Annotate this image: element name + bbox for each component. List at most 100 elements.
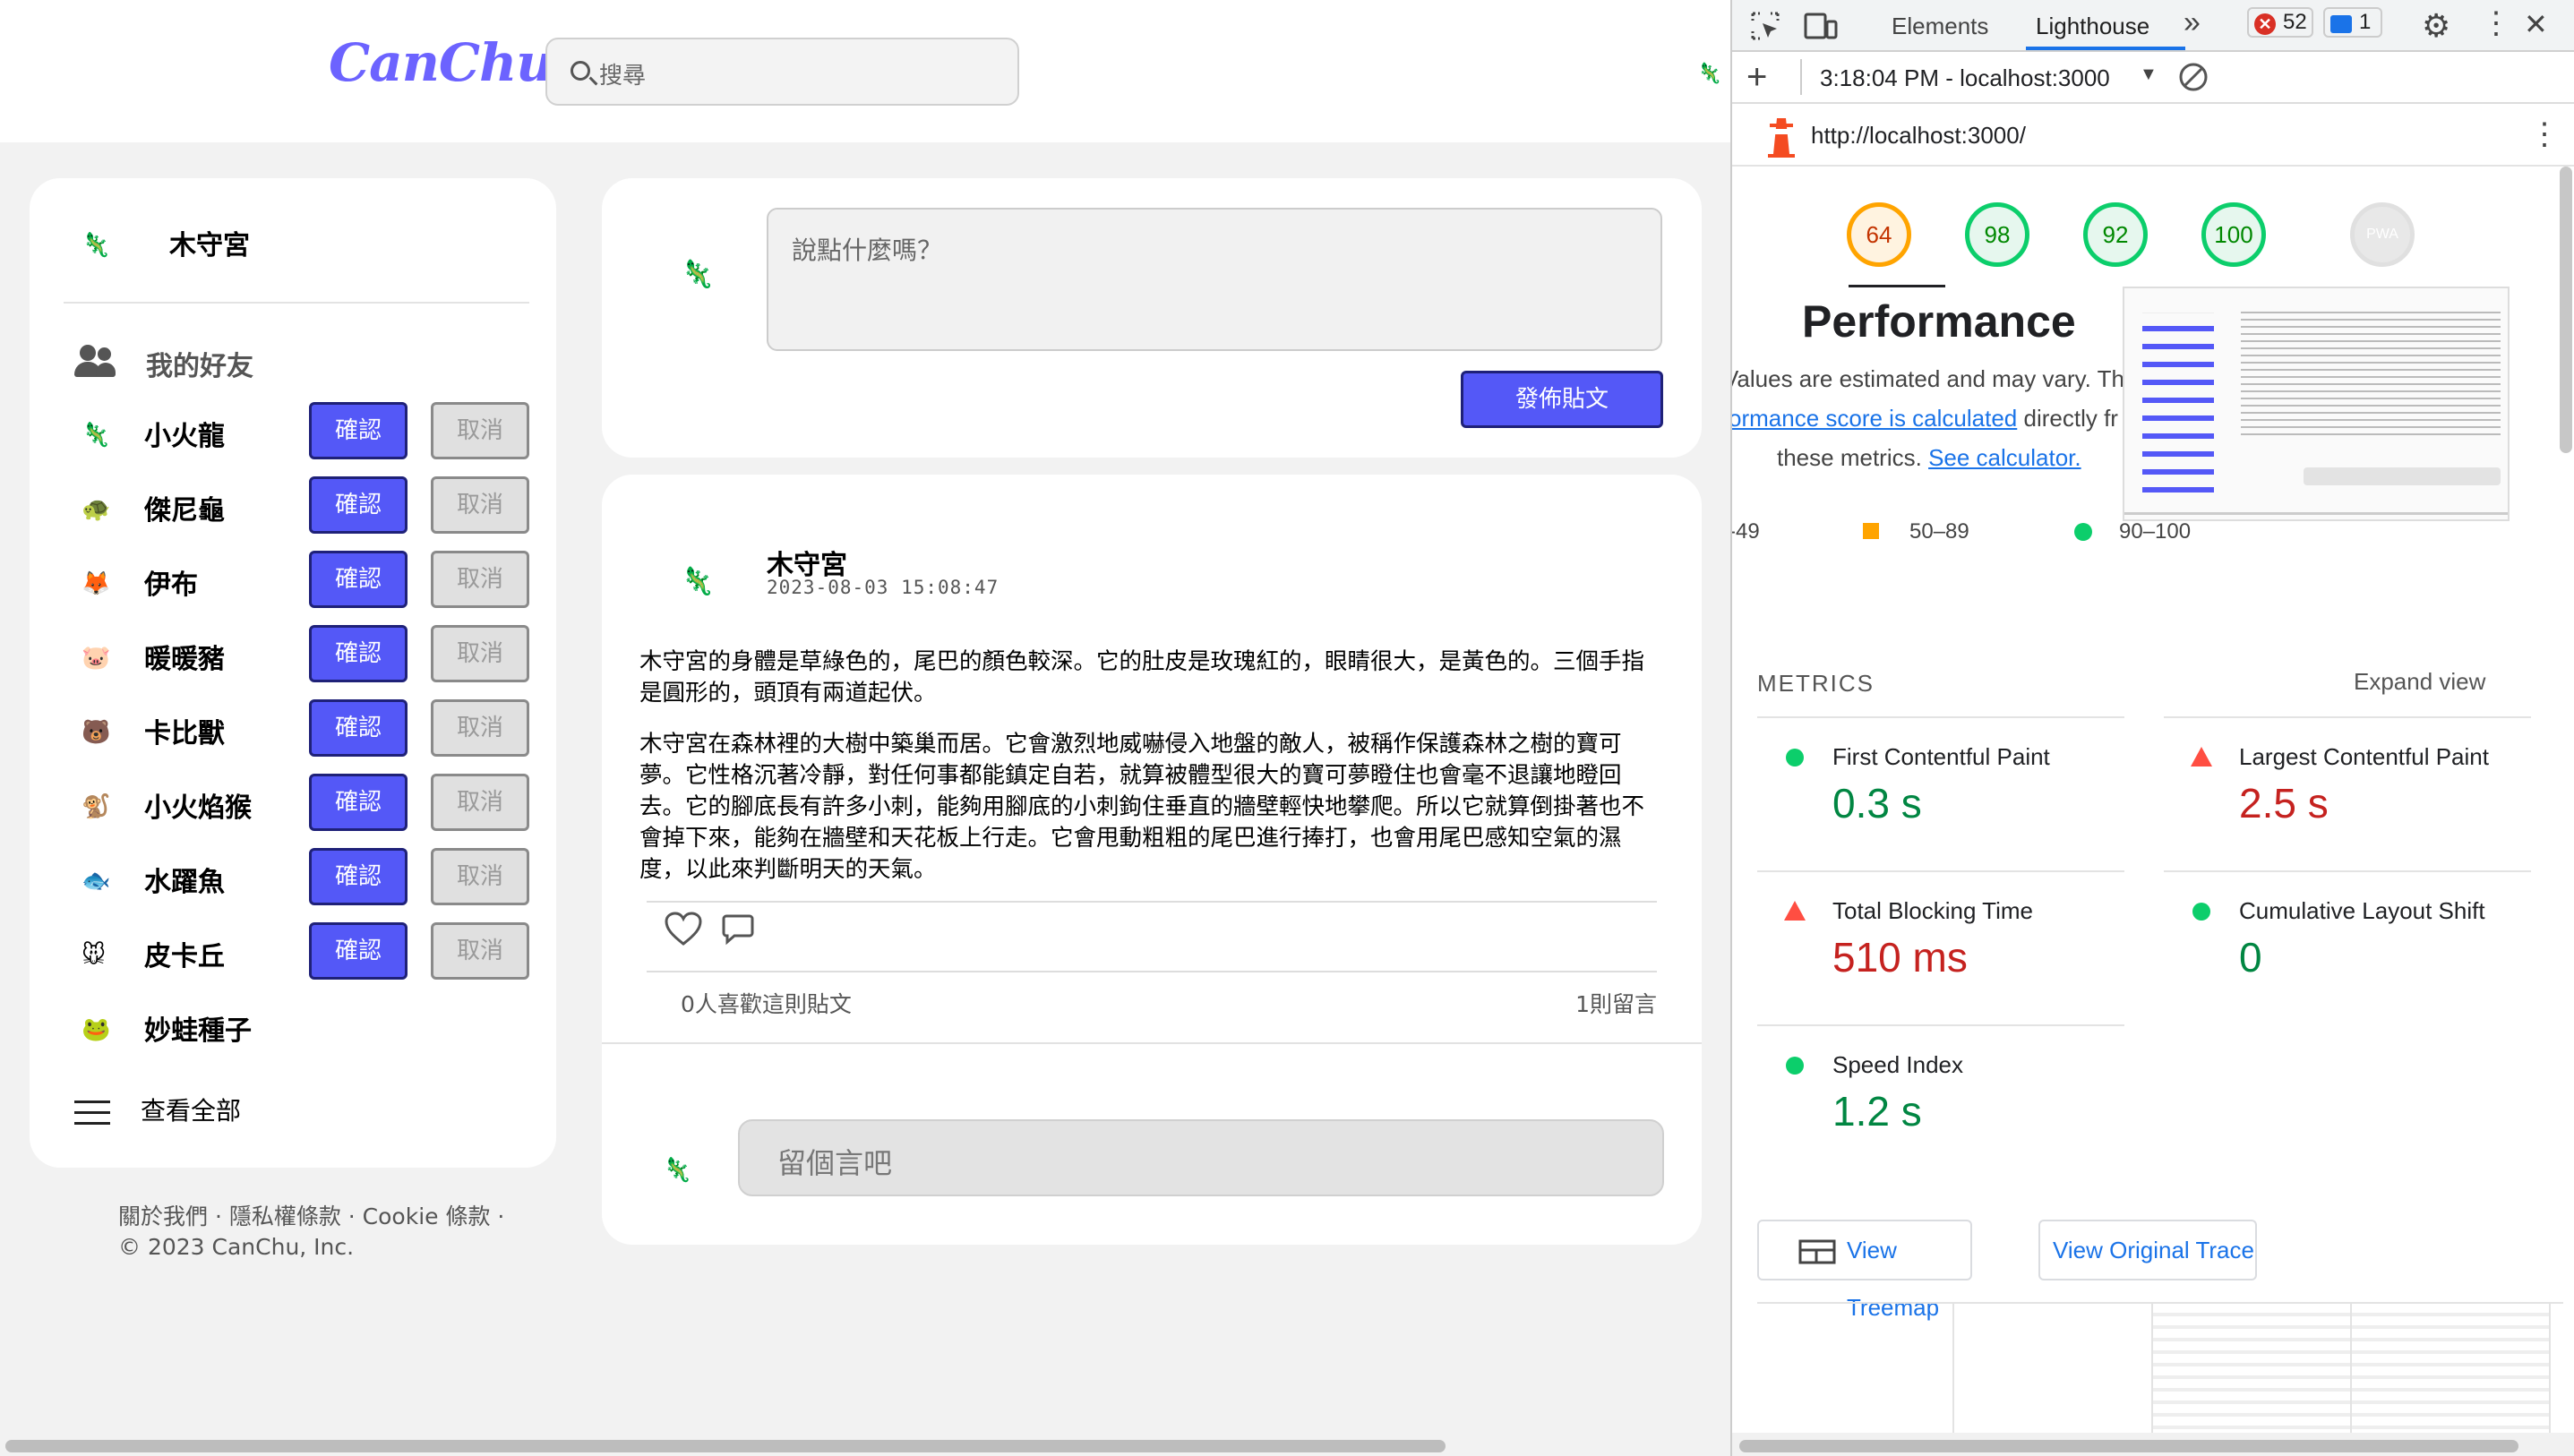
cancel-button[interactable]: 取消 [431,402,529,459]
confirm-button[interactable]: 確認 [309,774,408,831]
confirm-button[interactable]: 確認 [309,551,408,608]
inspect-element-icon[interactable] [1750,11,1780,41]
report-menu-icon[interactable]: ⋮ [2529,116,2560,152]
expand-view-toggle[interactable]: Expand view [2354,668,2485,696]
see-calculator-link[interactable]: See calculator. [1928,444,2081,471]
comments-count[interactable]: 1則留言 [1575,987,1657,1019]
score-gauge[interactable]: 100 [2201,202,2266,267]
avatar[interactable]: 🐒 [82,793,110,820]
comment-icon[interactable] [722,913,754,946]
messages-badge[interactable]: 1 [2323,7,2382,38]
score-gauge[interactable]: 92 [2083,202,2148,267]
view-all-link[interactable]: 查看全部 [141,1092,241,1127]
confirm-button[interactable]: 確認 [309,625,408,682]
avatar[interactable]: 🐸 [82,1016,110,1043]
friend-name[interactable]: 伊布 [144,562,198,602]
search-input[interactable]: 搜尋 [545,38,1019,106]
avatar[interactable]: 🦊 [82,570,110,597]
cancel-button[interactable]: 取消 [431,476,529,534]
menu-icon[interactable] [74,1101,110,1126]
horizontal-scrollbar[interactable] [1732,1433,2574,1456]
canchu-app: CanChu 搜尋 🦎 🦎 木守宮 我的好友 🦎 小火龍 確認 取消 🐢 傑尼龜 確認 取消 🦊… [0,0,1730,1456]
more-options-icon[interactable]: ⋮ [2481,5,2511,41]
page-screenshot-thumbnail[interactable] [2123,287,2510,521]
friend-name[interactable]: 水躍魚 [144,860,225,899]
like-heart-icon[interactable] [665,912,702,947]
active-tab-indicator [2026,47,2185,50]
cancel-button[interactable]: 取消 [431,625,529,682]
settings-gear-icon[interactable]: ⚙ [2422,7,2450,45]
friend-name[interactable]: 小火龍 [144,414,225,453]
friends-sidebar: 🦎 木守宮 我的好友 🦎 小火龍 確認 取消 🐢 傑尼龜 確認 取消 🦊 伊布 確認 取消 🐷 暖暖豬 確認… [30,178,556,1168]
metric-cell: Total Blocking Time 510 ms [1757,870,2124,1023]
thumbnail-comment [2304,467,2501,485]
more-tabs-icon[interactable]: » [2184,5,2201,40]
confirm-button[interactable]: 確認 [309,402,408,459]
friend-name[interactable]: 暖暖豬 [144,637,225,676]
footer-links[interactable]: 關於我們 · 隱私權條款 · Cookie 條款 · [118,1202,504,1232]
publish-post-button[interactable]: 發佈貼文 [1461,371,1663,428]
avatar[interactable]: 🦎 [1697,63,1721,85]
metric-value: 510 ms [1832,934,1968,981]
lighthouse-toolbar: + 3:18:04 PM - localhost:3000 ▼ [1732,52,2574,104]
avatar[interactable]: 🐻 [82,719,110,746]
confirm-button[interactable]: 確認 [309,699,408,757]
view-original-trace-button[interactable]: View Original Trace [2038,1220,2257,1280]
avatar: 🦎 [82,232,111,259]
my-profile-name[interactable]: 木守宮 [169,223,250,262]
perf-description-2: ormance score is calculated directly fr [1732,405,2118,433]
friend-name[interactable]: 皮卡丘 [144,934,225,973]
avatar[interactable]: 🦎 [681,566,714,597]
avatar[interactable]: 🐷 [82,645,110,672]
avatar: 🦎 [681,259,715,290]
cancel-button[interactable]: 取消 [431,551,529,608]
friend-name[interactable]: 妙蛙種子 [144,1008,252,1048]
avatar[interactable]: 🐢 [82,496,110,523]
friend-row: 🐢 傑尼龜 確認 取消 [30,476,556,539]
fail-triangle-icon [1784,901,1806,921]
friend-name[interactable]: 傑尼龜 [144,488,225,527]
pass-circle-icon [1786,1057,1804,1075]
confirm-button[interactable]: 確認 [309,848,408,905]
comment-input[interactable]: 留個言吧 [738,1119,1664,1196]
device-toolbar-icon[interactable] [1804,11,1838,41]
cancel-button[interactable]: 取消 [431,922,529,980]
vertical-scrollbar[interactable] [2560,167,2572,453]
friend-name[interactable]: 小火焰猴 [144,785,252,825]
chevron-down-icon[interactable]: ▼ [2140,64,2158,85]
cancel-button[interactable]: 取消 [431,848,529,905]
metric-label: Largest Contentful Paint [2239,743,2489,770]
avatar[interactable]: 🐭 [82,942,106,969]
post-body: 木守宮的身體是草綠色的，尾巴的顏色較深。它的肚皮是玫瑰紅的，眼睛很大，是黃色的。… [639,647,1656,905]
horizontal-scrollbar[interactable] [0,1433,1730,1456]
new-report-icon[interactable]: + [1746,57,1767,98]
pwa-gauge[interactable]: PWA [2350,202,2415,267]
avatar[interactable]: 🦎 [82,422,110,449]
likes-count[interactable]: 0人喜歡這則貼文 [681,987,852,1019]
friend-name[interactable]: 卡比獸 [144,711,225,750]
metric-label: Cumulative Layout Shift [2239,897,2485,924]
tab-lighthouse[interactable]: Lighthouse [2036,13,2149,40]
score-gauge[interactable]: 64 [1847,202,1911,267]
report-url[interactable]: http://localhost:3000/ [1811,122,2026,150]
tab-elements[interactable]: Elements [1892,13,1988,40]
avatar: 🦎 [663,1157,692,1184]
errors-count: 52 [2283,10,2307,34]
view-treemap-button[interactable]: View Treemap [1757,1220,1972,1321]
metric-label: Speed Index [1832,1051,1964,1078]
close-icon[interactable]: ✕ [2524,7,2548,41]
metrics-heading: METRICS [1757,670,1875,697]
cancel-button[interactable]: 取消 [431,699,529,757]
score-gauge[interactable]: 98 [1965,202,2029,267]
cancel-button[interactable]: 取消 [431,774,529,831]
score-calculated-link[interactable]: ormance score is calculated [1732,405,2017,432]
clear-reports-icon[interactable] [2177,61,2209,93]
report-selector[interactable]: 3:18:04 PM - localhost:3000 [1820,64,2110,92]
post-textarea[interactable]: 說點什麼嗎？ [767,208,1662,351]
confirm-button[interactable]: 確認 [309,922,408,980]
top-navbar: CanChu 搜尋 🦎 [0,0,1730,142]
avatar[interactable]: 🐟 [82,868,110,895]
errors-badge[interactable]: ✕ 52 [2247,7,2313,38]
confirm-button[interactable]: 確認 [309,476,408,534]
logo[interactable]: CanChu [329,32,553,93]
